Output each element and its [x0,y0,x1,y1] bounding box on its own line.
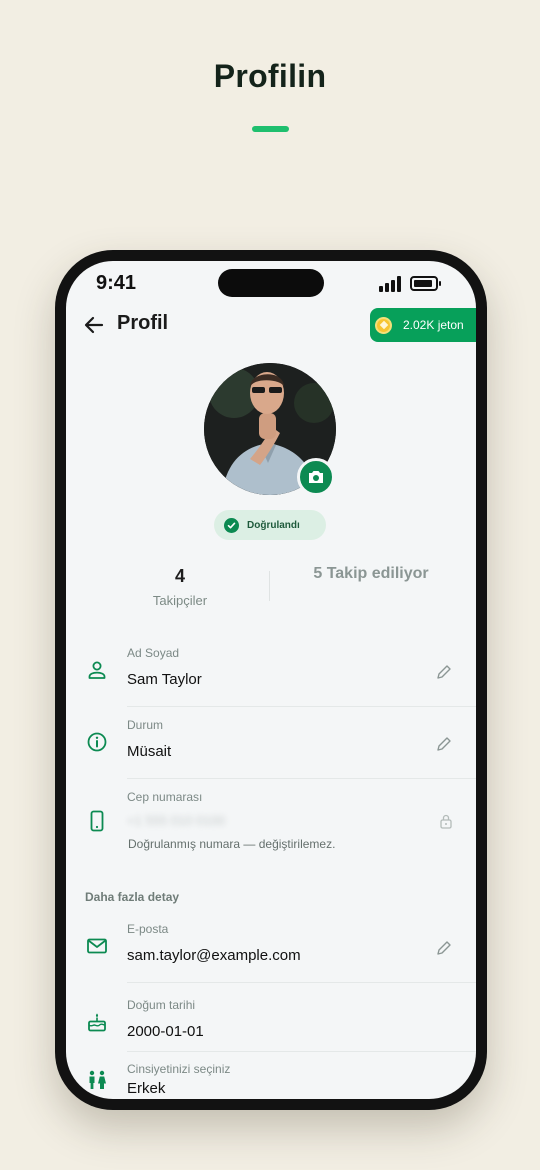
following-count[interactable]: 5 Takip ediliyor [306,565,436,583]
coin-balance-label: 2.02K jeton [403,318,464,332]
gender-field[interactable]: Cinsiyetinizi seçiniz Erkek [66,1059,476,1099]
gender-value: Erkek [127,1080,166,1097]
status-value: Müsait [127,743,172,760]
gender-label: Cinsiyetinizi seçiniz [127,1062,231,1076]
divider [127,778,476,779]
gender-icon [89,1070,106,1089]
status-field[interactable]: Durum Müsait [66,713,476,778]
phone-note: Doğrulanmış numara — değiştirilemez. [128,837,336,851]
pencil-icon[interactable] [435,663,453,681]
birthdate-label: Doğum tarihi [127,998,196,1012]
verified-label: Doğrulandı [247,519,300,531]
camera-icon [309,471,323,483]
pencil-icon[interactable] [435,735,453,753]
phone-icon [90,810,104,832]
phone-screen: 9:41 Profil 2.02K jeton Doğrulandı 4 Tak… [66,261,476,1099]
change-photo-button[interactable] [297,458,335,496]
phone-label: Cep numarası [127,790,203,804]
verified-badge: Doğrulandı [214,510,326,540]
divider [127,1051,476,1052]
section-title: Daha fazla detay [85,890,180,904]
followers-label[interactable]: Takipçiler [130,593,230,608]
back-arrow-icon[interactable] [82,313,106,337]
person-icon [88,661,106,679]
mail-icon [87,938,107,954]
pencil-icon[interactable] [435,939,453,957]
cake-icon [88,1013,106,1032]
phone-value: +1 555 010 0100 [127,813,225,828]
name-label: Ad Soyad [127,646,180,660]
birthdate-value: 2000-01-01 [127,1023,204,1040]
hero-underline [252,126,289,132]
check-icon [224,517,239,533]
status-label: Durum [127,718,164,732]
page-title: Profil [117,312,169,334]
dynamic-island [218,269,324,297]
birthdate-field[interactable]: Doğum tarihi 2000-01-01 [66,993,476,1058]
signal-icon [379,276,403,292]
email-label: E-posta [127,922,169,936]
battery-icon [410,276,441,291]
email-value: sam.taylor@example.com [127,947,301,964]
status-time: 9:41 [96,272,137,294]
coin-icon [375,316,392,334]
divider [127,982,476,983]
divider [127,706,476,707]
followers-count[interactable]: 4 [154,566,206,587]
hero-title: Profilin [213,58,327,94]
name-field[interactable]: Ad Soyad Sam Taylor [66,641,476,706]
email-field[interactable]: E-posta sam.taylor@example.com [66,917,476,982]
coin-balance-button[interactable]: 2.02K jeton [370,308,476,342]
lock-icon [440,814,452,829]
stats-divider [269,571,270,601]
phone-frame: 9:41 Profil 2.02K jeton Doğrulandı 4 Tak… [55,250,487,1110]
info-icon [87,732,107,752]
name-value: Sam Taylor [127,671,202,688]
